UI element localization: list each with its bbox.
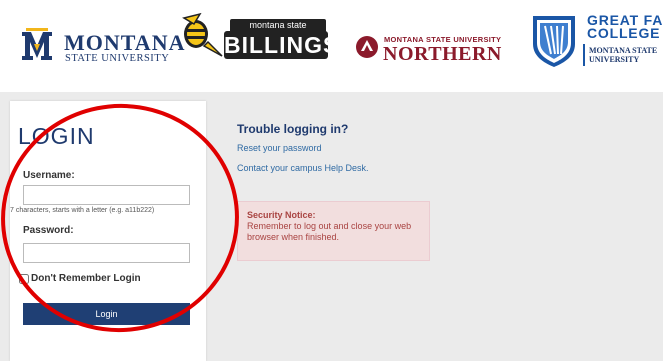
login-form: LOGIN Username: 7 characters, starts wit… <box>10 101 206 361</box>
great-falls-logo[interactable]: GREAT FALLSCOLLEGE MONTANA STATEUNIVERSI… <box>531 13 663 76</box>
msu-m-icon <box>22 28 52 60</box>
username-label: Username: <box>23 170 75 181</box>
remember-login-option[interactable]: Don't Remember Login <box>19 273 141 284</box>
trouble-heading: Trouble logging in? <box>237 122 349 136</box>
great-falls-logo-line2: COLLEGE <box>587 25 661 41</box>
security-notice: Security Notice: Remember to log out and… <box>237 201 430 261</box>
remember-login-label: Don't Remember Login <box>31 273 141 284</box>
login-title: LOGIN <box>18 123 95 149</box>
logo-header: MONTANA STATE UNIVERSITY montana state u… <box>0 0 663 92</box>
password-input[interactable] <box>23 243 190 263</box>
msu-logo-subtitle: STATE UNIVERSITY <box>65 53 170 64</box>
security-notice-text: Remember to log out and close your web b… <box>247 221 412 242</box>
northern-emblem-icon <box>356 36 378 58</box>
great-falls-logo-line3: MONTANA STATE <box>589 46 658 55</box>
great-falls-logo-title: GREAT FALLSCOLLEGE <box>587 13 663 41</box>
login-button[interactable]: Login <box>23 303 190 325</box>
password-label: Password: <box>23 225 74 236</box>
remember-login-checkbox[interactable] <box>19 273 29 284</box>
billings-logo-title: BILLINGS <box>224 31 340 59</box>
username-input[interactable] <box>23 185 190 205</box>
northern-logo-title: NORTHERN <box>383 43 502 65</box>
billings-logo[interactable]: montana state university BILLINGS <box>178 12 340 64</box>
logo-divider <box>583 44 585 66</box>
security-notice-title: Security Notice: <box>247 210 316 220</box>
great-falls-logo-line4: UNIVERSITY <box>589 55 640 64</box>
username-hint: 7 characters, starts with a letter (e.g.… <box>10 207 155 214</box>
great-falls-shield-icon <box>533 16 575 67</box>
help-desk-link[interactable]: Contact your campus Help Desk. <box>237 163 369 173</box>
reset-password-link[interactable]: Reset your password <box>237 143 322 153</box>
great-falls-logo-subtitle: MONTANA STATE UNIVERSITY <box>589 46 657 64</box>
